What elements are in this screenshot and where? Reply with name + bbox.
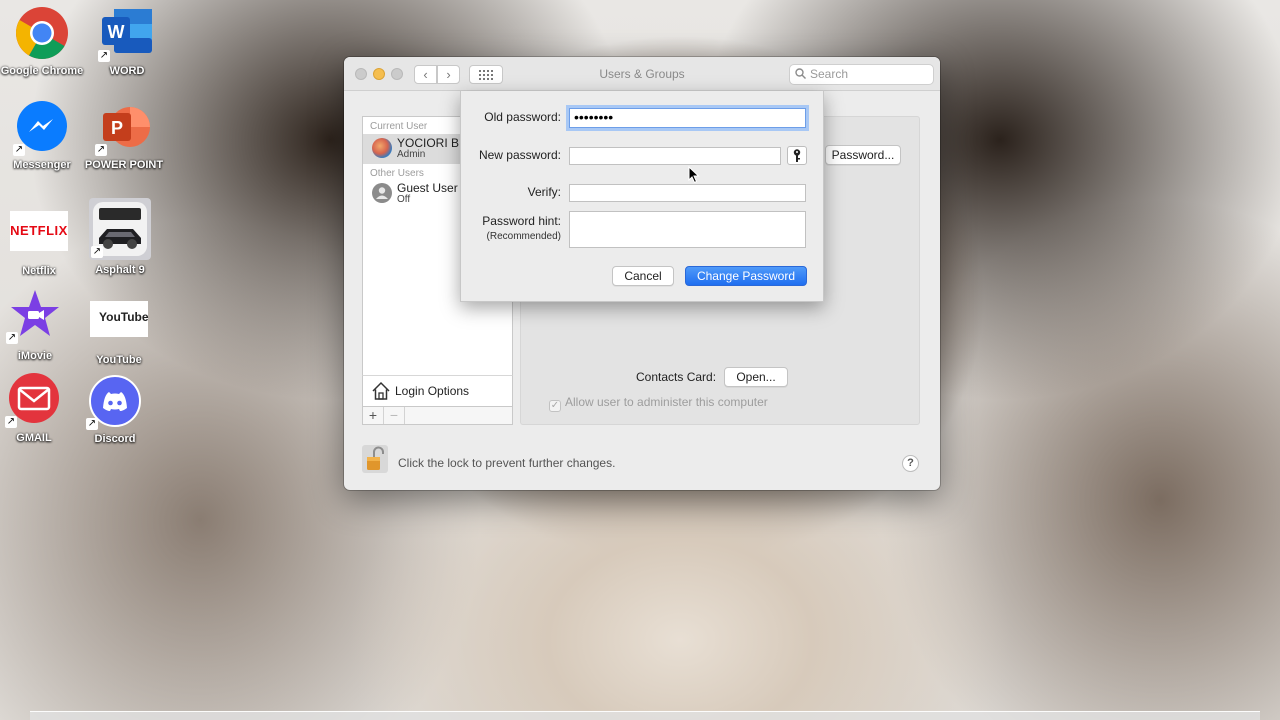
- change-password-confirm-button[interactable]: Change Password: [685, 266, 807, 286]
- desktop-icon-gmail[interactable]: ↗ GMAIL: [0, 372, 76, 444]
- alias-arrow-icon: ↗: [91, 246, 103, 258]
- password-hint-sublabel: (Recommended): [486, 231, 561, 242]
- user-role: Admin: [397, 149, 426, 160]
- window-titlebar: ‹ › Users & Groups Search: [344, 57, 940, 91]
- desktop-icon-netflix[interactable]: NETFLIX Netflix: [0, 205, 81, 277]
- cancel-button[interactable]: Cancel: [612, 266, 674, 286]
- search-placeholder: Search: [810, 67, 849, 81]
- checkmark-icon: ✓: [549, 400, 561, 412]
- desktop-icon-word[interactable]: W ↗ WORD: [85, 6, 169, 77]
- desktop-icon-label: POWER POINT: [84, 159, 164, 171]
- old-password-field[interactable]: ••••••••: [569, 108, 806, 128]
- word-icon: W ↗: [98, 6, 154, 62]
- admin-checkbox[interactable]: ✓ Allow user to administer this computer: [549, 395, 768, 412]
- desktop-icon-label: YouTube: [96, 354, 142, 366]
- chrome-icon: [15, 6, 69, 60]
- list-toolbar: + −: [362, 407, 513, 425]
- add-user-button[interactable]: +: [363, 407, 384, 424]
- login-options-item[interactable]: Login Options: [362, 375, 513, 407]
- youtube-icon: YouTube: [90, 301, 149, 337]
- desktop-icon-youtube[interactable]: YouTube YouTube: [77, 301, 161, 366]
- desktop-icon-label: WORD: [109, 65, 145, 77]
- help-button[interactable]: ?: [902, 455, 919, 472]
- mouse-cursor-icon: [688, 166, 700, 184]
- alias-arrow-icon: ↗: [95, 144, 107, 156]
- alias-arrow-icon: ↗: [5, 416, 17, 428]
- password-hint-label: Password hint:: [482, 214, 561, 228]
- login-options-label: Login Options: [395, 384, 470, 398]
- old-password-value: ••••••••: [574, 109, 614, 125]
- change-password-button[interactable]: Password...: [825, 145, 901, 165]
- search-input[interactable]: Search: [789, 64, 934, 85]
- desktop-icon-label: Google Chrome: [0, 65, 84, 77]
- asphalt-icon: ↗: [89, 198, 151, 260]
- admin-checkbox-label: Allow user to administer this computer: [565, 395, 768, 409]
- discord-icon: ↗: [86, 374, 142, 430]
- netflix-icon: NETFLIX: [10, 211, 68, 251]
- desktop-icon-imovie[interactable]: ↗ iMovie: [0, 288, 77, 362]
- svg-text:P: P: [111, 118, 123, 138]
- lock-message: Click the lock to prevent further change…: [398, 456, 616, 470]
- password-hint-field[interactable]: [569, 211, 806, 248]
- open-contacts-button[interactable]: Open...: [724, 367, 788, 387]
- desktop-icon-asphalt-9[interactable]: ↗ Asphalt 9: [78, 198, 162, 276]
- desktop-icon-label: GMAIL: [16, 432, 52, 444]
- user-name: Guest User: [397, 181, 458, 195]
- avatar: [372, 138, 392, 158]
- unlocked-lock-icon: [362, 445, 388, 473]
- netflix-wordmark: NETFLIX: [10, 223, 68, 238]
- lock-button[interactable]: [362, 445, 388, 473]
- key-icon: [793, 149, 801, 162]
- desktop-icon-google-chrome[interactable]: Google Chrome: [0, 6, 84, 77]
- messenger-icon: ↗: [13, 100, 69, 156]
- dock[interactable]: [30, 711, 1260, 720]
- password-assistant-button[interactable]: [787, 146, 807, 165]
- verify-label: Verify:: [527, 185, 561, 199]
- desktop-icon-label: Discord: [94, 433, 136, 445]
- imovie-icon: ↗: [6, 288, 62, 344]
- user-name: YOCIORI B I: [397, 136, 466, 150]
- user-status: Off: [397, 194, 411, 205]
- house-icon: [372, 381, 390, 400]
- alias-arrow-icon: ↗: [86, 418, 98, 430]
- desktop-icon-power-point[interactable]: P ↗ POWER POINT: [82, 100, 166, 171]
- old-password-label: Old password:: [484, 110, 561, 124]
- alias-arrow-icon: ↗: [98, 50, 110, 62]
- new-password-label: New password:: [478, 148, 561, 162]
- alias-arrow-icon: ↗: [6, 332, 18, 344]
- verify-field[interactable]: [569, 184, 806, 202]
- guest-avatar-icon: [372, 183, 392, 203]
- desktop-icon-label: Netflix: [22, 265, 56, 277]
- gmail-icon: ↗: [5, 372, 61, 428]
- desktop-icon-label: iMovie: [17, 350, 53, 362]
- new-password-field[interactable]: [569, 147, 781, 165]
- alias-arrow-icon: ↗: [13, 144, 25, 156]
- search-icon: [795, 68, 806, 79]
- contacts-card-label: Contacts Card:: [636, 370, 717, 384]
- powerpoint-icon: P ↗: [95, 100, 151, 156]
- desktop-icon-messenger[interactable]: ↗ Messenger: [0, 100, 84, 171]
- youtube-wordmark: YouTube: [99, 310, 149, 324]
- desktop-icon-label: Messenger: [13, 159, 71, 171]
- change-password-sheet: Old password: •••••••• New password: Ver…: [460, 91, 824, 302]
- svg-text:W: W: [108, 22, 125, 42]
- desktop-icon-discord[interactable]: ↗ Discord: [73, 374, 157, 445]
- desktop-icon-label: Asphalt 9: [95, 264, 145, 276]
- remove-user-button[interactable]: −: [384, 407, 405, 424]
